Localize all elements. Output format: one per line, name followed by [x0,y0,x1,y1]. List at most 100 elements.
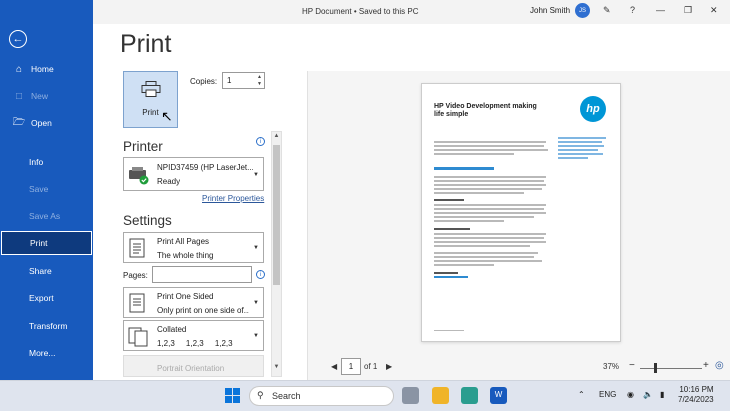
sidebar-item-save[interactable]: Save [0,177,93,201]
preview-text-line [434,184,546,186]
zoom-slider-thumb[interactable] [654,363,657,373]
chevron-down-icon: ▼ [253,172,259,178]
preview-side-text [558,157,588,159]
preview-text-line [434,204,546,206]
preview-text-line [434,245,530,247]
collate-dropdown[interactable]: Collated 1,2,3 1,2,3 1,2,3 ▼ [123,320,264,351]
hp-logo: hp [580,96,606,122]
zoom-out-icon[interactable]: − [629,360,635,371]
preview-text-line [434,192,524,194]
next-page-icon[interactable]: ▶ [386,362,392,371]
preview-text-line [434,145,544,147]
sidebar-item-home[interactable]: ⌂ Home [0,57,93,81]
new-doc-icon: □ [15,90,23,102]
sidebar-item-more[interactable]: More... [0,341,93,365]
preview-bold-line [434,199,464,201]
preview-text-line [434,252,538,254]
preview-text-line [434,264,494,266]
chevron-down-icon: ▼ [253,245,259,251]
sidebar-item-label: Share [29,266,52,276]
backstage-sidebar: ← ⌂ Home □ New 🗁 Open Info Save Save As … [0,0,93,380]
zoom-to-page-icon[interactable]: ◎ [715,360,724,371]
close-icon[interactable]: ✕ [710,5,718,16]
preview-text-line [434,176,546,178]
coauthor-icon[interactable]: ✎ [603,5,611,16]
sidebar-item-open[interactable]: 🗁 Open [0,111,93,135]
printer-properties-link[interactable]: Printer Properties [202,194,264,203]
copies-stepper[interactable]: 1 ▲ ▼ [222,72,265,89]
sidebar-item-transform[interactable]: Transform [0,314,93,338]
file-explorer-icon[interactable] [432,387,449,404]
spin-up-icon[interactable]: ▲ [257,74,262,80]
word-app-icon[interactable]: W [490,387,507,404]
sidebar-item-print[interactable]: Print [1,231,92,255]
page-number-input[interactable]: 1 [341,358,361,375]
back-arrow-icon[interactable]: ← [9,30,27,48]
orientation-dropdown[interactable]: Portrait Orientation [123,355,264,377]
pages-icon [129,238,145,258]
settings-scrollbar[interactable]: ▲ ▼ [271,131,282,377]
title-bar: HP Document • Saved to this PC John Smit… [93,0,730,24]
preview-text-line [434,260,542,262]
settings-heading: Settings [123,213,172,228]
folder-icon: 🗁 [12,116,26,128]
pages-input[interactable] [152,266,252,283]
copies-label: Copies: [190,77,218,86]
preview-side-text [558,149,598,151]
sidebar-item-share[interactable]: Share [0,259,93,283]
collate-subtitle: 1,2,3 1,2,3 1,2,3 [157,339,233,348]
info-icon[interactable]: i [256,137,265,146]
info-icon[interactable]: i [256,270,265,279]
sidebar-item-label: New [31,91,49,101]
store-icon[interactable] [461,387,478,404]
home-icon: ⌂ [15,63,23,75]
battery-icon[interactable]: ▮ [660,390,664,399]
prev-page-icon[interactable]: ◀ [331,362,337,371]
network-icon[interactable]: ◉ [627,390,634,399]
sidebar-item-save-as[interactable]: Save As [0,204,93,228]
taskbar-search[interactable]: ⚲ Search [249,386,394,406]
search-icon: ⚲ [257,390,264,400]
sidebar-item-export[interactable]: Export [0,286,93,310]
tray-chevron-icon[interactable]: ⌃ [578,390,585,399]
sidebar-item-info[interactable]: Info [0,150,93,174]
volume-icon[interactable]: 🔈 [643,390,653,399]
restore-icon[interactable]: ❐ [684,5,692,16]
preview-text-line [434,220,504,222]
printer-device-icon [129,167,149,185]
scroll-up-icon[interactable]: ▲ [272,133,281,144]
one-sided-icon [129,293,145,313]
scroll-down-icon[interactable]: ▼ [272,364,281,375]
sidebar-item-new[interactable]: □ New [0,84,93,108]
preview-footer-line [434,330,464,331]
preview-text-line [434,208,544,210]
windows-start-icon[interactable] [225,388,240,403]
preview-text-line [434,233,546,235]
search-placeholder: Search [272,391,301,401]
help-icon[interactable]: ? [630,5,635,15]
preview-text-line [434,256,534,258]
user-name[interactable]: John Smith [530,6,570,15]
taskbar-clock[interactable]: 10:16 PM 7/24/2023 [678,385,714,406]
scrollbar-thumb[interactable] [273,145,280,285]
orientation-title: Portrait Orientation [157,364,225,373]
spin-down-icon[interactable]: ▼ [257,81,262,87]
sides-dropdown[interactable]: Print One Sided Only print on one side o… [123,287,264,318]
task-view-icon[interactable] [402,387,419,404]
pages-label: Pages: [123,271,148,280]
printer-dropdown[interactable]: NPID37459 (HP LaserJet... Ready ▼ [123,157,264,191]
preview-text-line [434,153,514,155]
language-indicator[interactable]: ENG [599,390,616,399]
print-range-dropdown[interactable]: Print All Pages The whole thing ▼ [123,232,264,263]
printer-name: NPID37459 (HP LaserJet... [157,163,253,172]
zoom-level: 37% [603,362,620,371]
preview-side-text [558,141,602,143]
copies-value: 1 [227,76,232,85]
preview-text-line [434,180,544,182]
zoom-in-icon[interactable]: + [703,360,709,371]
minimize-icon[interactable]: — [656,5,665,15]
zoom-slider[interactable] [640,368,702,369]
chevron-down-icon: ▼ [253,300,259,306]
preview-side-text [558,145,604,147]
avatar[interactable]: JS [575,3,590,18]
